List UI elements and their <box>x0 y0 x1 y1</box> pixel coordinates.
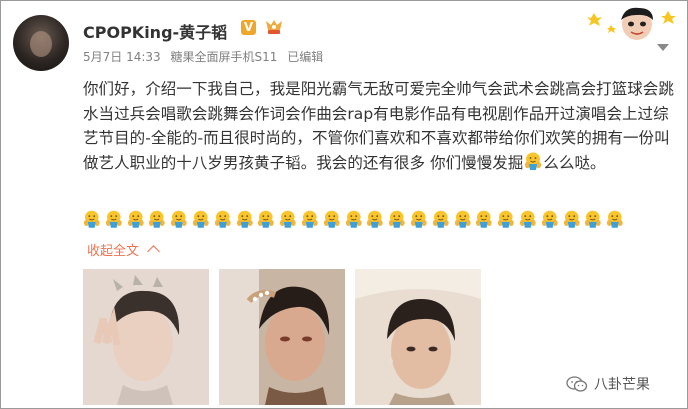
hug-emoji-icon <box>525 152 542 170</box>
hug-emoji-icon <box>563 210 580 228</box>
hug-emoji-icon <box>258 210 274 228</box>
hug-emoji-icon <box>432 210 449 228</box>
hug-emoji-icon <box>280 210 296 228</box>
hug-emoji-icon <box>541 210 558 228</box>
avatar[interactable] <box>13 15 69 71</box>
hug-emoji-icon <box>476 210 492 228</box>
hug-emoji-icon <box>498 210 514 228</box>
hug-emoji-icon <box>149 210 166 228</box>
dropdown-arrow-icon[interactable] <box>657 44 669 51</box>
photo-1-image <box>83 269 209 405</box>
collapse-full-text-button[interactable]: 收起全文 <box>87 240 160 259</box>
collapse-label: 收起全文 <box>87 244 140 259</box>
hug-emoji-icon <box>367 210 383 228</box>
emoji-row <box>83 209 628 233</box>
weibo-post-card: CPOPKing-黄子韬 V 5月7日 14:33 糖果全面屏手机S11 已编辑… <box>0 0 688 409</box>
hug-emoji-icon <box>83 210 100 228</box>
post-meta: 5月7日 14:33 糖果全面屏手机S11 已编辑 <box>83 48 329 65</box>
hug-emoji-icon <box>171 210 187 228</box>
post-photo-3[interactable] <box>355 269 481 405</box>
post-photo-1[interactable] <box>83 269 209 405</box>
username-link[interactable]: CPOPKing-黄子韬 <box>83 19 227 43</box>
photo-2-image <box>219 269 345 405</box>
watermark: 八卦芒果 <box>566 374 650 394</box>
post-date[interactable]: 5月7日 14:33 <box>83 50 161 64</box>
photo-3-image <box>355 269 481 405</box>
hug-emoji-icon <box>105 210 122 228</box>
hug-emoji-icon <box>301 210 318 228</box>
member-badge-icon <box>266 20 282 34</box>
hug-emoji-icon <box>389 210 405 228</box>
post-text: 你们好，介绍一下我自己，我是阳光霸气无敌可爱完全帅气会武术会跳高会打篮球会跳水当… <box>83 77 679 175</box>
edited-label[interactable]: 已编辑 <box>287 50 323 64</box>
hug-emoji-icon <box>214 210 231 228</box>
hug-emoji-icon <box>410 210 427 228</box>
hug-emoji-icon <box>454 210 471 228</box>
post-device[interactable]: 糖果全面屏手机S11 <box>171 50 278 64</box>
watermark-text: 八卦芒果 <box>594 377 650 393</box>
hug-emoji-icon <box>192 210 209 228</box>
post-text-end: 么么哒。 <box>543 153 606 172</box>
post-photo-2[interactable] <box>219 269 345 405</box>
hug-emoji-icon <box>607 210 623 228</box>
hug-emoji-icon <box>519 210 536 228</box>
hug-emoji-icon <box>236 210 253 228</box>
wechat-icon <box>566 376 588 392</box>
verified-badge-icon: V <box>241 20 256 35</box>
sticker-avatar <box>585 4 681 51</box>
hug-emoji-icon <box>323 210 340 228</box>
cartoon-sticker-icon <box>587 7 676 40</box>
hug-emoji-icon <box>345 210 362 228</box>
chevron-up-icon <box>147 245 160 258</box>
hug-emoji-icon <box>127 210 144 228</box>
hug-emoji-icon <box>585 210 601 228</box>
